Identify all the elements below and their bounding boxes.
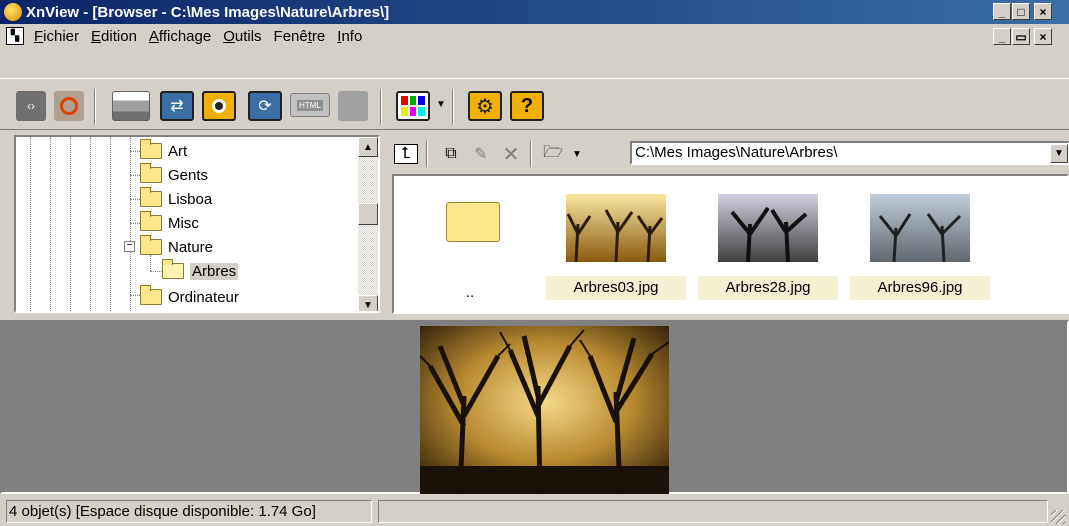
folder-icon xyxy=(140,187,162,207)
tree-item-arbres[interactable]: Arbres xyxy=(162,259,239,282)
status-panel xyxy=(378,500,1048,523)
document-icon[interactable]: ▚ xyxy=(6,27,24,45)
minimize-button[interactable]: _ xyxy=(993,3,1011,20)
app-icon[interactable] xyxy=(4,3,22,21)
thumbnail-image xyxy=(870,194,970,262)
scroll-down-button[interactable]: ▼ xyxy=(358,295,378,311)
path-text: C:\Mes Images\Nature\Arbres\ xyxy=(635,144,838,161)
tree-item-lisboa[interactable]: Lisboa xyxy=(140,187,212,210)
folder-open-icon[interactable]: 🗁 xyxy=(540,142,566,166)
close-button[interactable]: × xyxy=(1034,3,1052,20)
menu-bar: ▚ Fichier Edition Affichage Outils Fenêt… xyxy=(0,24,1069,48)
folder-tree[interactable]: Art Gents Lisboa Misc − Nature Arbres Or… xyxy=(14,135,380,313)
folder-icon xyxy=(140,163,162,183)
up-folder-icon[interactable]: ⮤ xyxy=(394,144,418,164)
toolbar-separator xyxy=(94,89,96,125)
menu-affichage[interactable]: Affichage xyxy=(143,28,217,45)
preview-pane[interactable] xyxy=(0,320,1069,494)
palette-icon[interactable] xyxy=(396,91,430,121)
folder-icon xyxy=(140,139,162,159)
refresh-icon[interactable] xyxy=(54,91,84,121)
tree-item-gents[interactable]: Gents xyxy=(140,163,208,186)
tree-item-art[interactable]: Art xyxy=(140,139,187,162)
camera-icon[interactable] xyxy=(202,91,236,121)
html-icon[interactable]: HTML xyxy=(290,93,330,117)
main-toolbar: ‹› ⇄ ⟳ HTML ▼ ⚙ ? xyxy=(0,78,1069,130)
thumbnail-view[interactable]: .. Arbres03.jpg Arbres28.jpg Arbres96.jp… xyxy=(392,174,1069,314)
help-icon[interactable]: ? xyxy=(510,91,544,121)
folder-icon xyxy=(140,211,162,231)
collapse-toggle[interactable]: − xyxy=(124,241,135,252)
browser-toolbar: ⮤ ⧉ ✎ ✕ 🗁 ▼ C:\Mes Images\Nature\Arbres\… xyxy=(386,137,1069,171)
mdi-close-button[interactable]: × xyxy=(1034,28,1052,45)
folder-icon xyxy=(140,235,162,255)
toolbar-separator xyxy=(380,89,382,125)
menu-outils[interactable]: Outils xyxy=(217,28,267,45)
menu-fenetre[interactable]: Fenêtre xyxy=(268,28,332,45)
title-bar[interactable]: XnView - [Browser - C:\Mes Images\Nature… xyxy=(0,0,1069,24)
printer-icon[interactable] xyxy=(112,91,150,121)
thumbnail-label: Arbres28.jpg xyxy=(698,276,838,300)
scroll-thumb[interactable] xyxy=(358,203,378,225)
thumbnail-arbres96[interactable]: Arbres96.jpg xyxy=(850,176,990,316)
arrows-icon[interactable]: ‹› xyxy=(16,91,46,121)
rename-icon[interactable]: ✎ xyxy=(468,142,494,166)
window-title: XnView - [Browser - C:\Mes Images\Nature… xyxy=(26,3,390,21)
folder-icon xyxy=(446,202,500,242)
xnview-window: XnView - [Browser - C:\Mes Images\Nature… xyxy=(0,0,1069,526)
path-combobox[interactable]: C:\Mes Images\Nature\Arbres\ ▼ xyxy=(630,141,1069,165)
status-bar: 4 objet(s) [Espace disque disponible: 1.… xyxy=(0,496,1069,526)
blank-icon[interactable] xyxy=(338,91,368,121)
mdi-restore-button[interactable]: ▭ xyxy=(1012,28,1030,45)
maximize-button[interactable]: □ xyxy=(1012,3,1030,20)
convert-icon[interactable]: ⇄ xyxy=(160,91,194,121)
resize-grip-icon[interactable] xyxy=(1051,510,1065,524)
preview-image xyxy=(420,326,669,494)
thumbnail-label: .. xyxy=(465,284,475,301)
tree-scrollbar[interactable]: ▲ ▼ xyxy=(358,137,378,311)
tree-item-ordinateur[interactable]: Ordinateur xyxy=(140,285,239,308)
slideshow-icon[interactable]: ⟳ xyxy=(248,91,282,121)
thumbnail-label: Arbres03.jpg xyxy=(546,276,686,300)
copy-icon[interactable]: ⧉ xyxy=(438,142,464,166)
dropdown-arrow-icon[interactable]: ▼ xyxy=(436,99,446,110)
folder-icon xyxy=(140,285,162,305)
scroll-up-button[interactable]: ▲ xyxy=(358,137,378,157)
tree-item-misc[interactable]: Misc xyxy=(140,211,199,234)
mdi-minimize-button[interactable]: _ xyxy=(993,28,1011,45)
thumbnail-arbres28[interactable]: Arbres28.jpg xyxy=(698,176,838,316)
thumbnail-label: Arbres96.jpg xyxy=(850,276,990,300)
menu-fichier[interactable]: Fichier xyxy=(28,28,85,45)
toolbar-separator xyxy=(452,89,454,125)
menu-info[interactable]: Info xyxy=(331,28,368,45)
thumbnail-parent-folder[interactable]: .. xyxy=(400,176,540,316)
dropdown-arrow-icon[interactable]: ▼ xyxy=(570,142,584,166)
thumbnail-image xyxy=(718,194,818,262)
chevron-down-icon[interactable]: ▼ xyxy=(1050,144,1068,163)
settings-icon[interactable]: ⚙ xyxy=(468,91,502,121)
delete-icon[interactable]: ✕ xyxy=(498,142,524,166)
thumbnail-image xyxy=(566,194,666,262)
thumbnail-arbres03[interactable]: Arbres03.jpg xyxy=(546,176,686,316)
status-text: 4 objet(s) [Espace disque disponible: 1.… xyxy=(6,500,372,523)
folder-open-icon xyxy=(162,259,184,279)
menu-edition[interactable]: Edition xyxy=(85,28,143,45)
